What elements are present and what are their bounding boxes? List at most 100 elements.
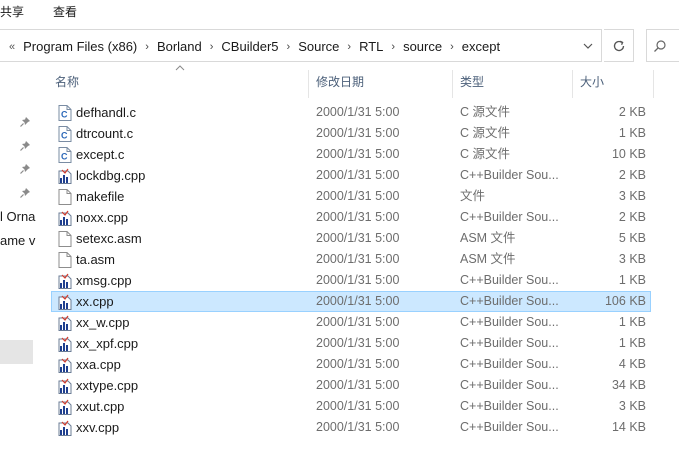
file-row[interactable]: Cdefhandl.c 2000/1/31 5:00 C 源文件 2 KB — [51, 102, 651, 123]
nav-item-selected[interactable] — [0, 340, 33, 364]
pin-icon[interactable] — [19, 116, 31, 128]
file-row[interactable]: lockdbg.cpp 2000/1/31 5:00 C++Builder Sou.… — [51, 165, 651, 186]
breadcrumb-separator-icon[interactable]: › — [287, 41, 291, 53]
breadcrumb-separator-icon[interactable]: › — [210, 41, 214, 53]
file-row[interactable]: xmsg.cpp 2000/1/31 5:00 C++Builder Sou... 1… — [51, 270, 651, 291]
breadcrumb-rtl[interactable]: RTL — [359, 39, 383, 54]
file-name: except.c — [76, 147, 125, 162]
breadcrumb-program-files[interactable]: Program Files (x86) — [23, 39, 137, 54]
address-bar[interactable]: « Program Files (x86) › Borland › CBuild… — [0, 29, 602, 62]
pin-icon[interactable] — [19, 187, 31, 199]
cpp-builder-icon — [58, 336, 72, 352]
svg-text:C: C — [61, 131, 68, 141]
file-date: 2000/1/31 5:00 — [316, 252, 400, 266]
column-divider[interactable] — [452, 70, 453, 98]
file-size: 1 KB — [618, 336, 646, 350]
column-type[interactable]: 类型 — [460, 66, 484, 96]
blank-file-icon — [58, 252, 72, 268]
file-date: 2000/1/31 5:00 — [316, 189, 400, 203]
pin-icon[interactable] — [19, 163, 31, 175]
column-size[interactable]: 大小 — [580, 66, 604, 96]
nav-item-partial[interactable]: ame v — [0, 233, 35, 248]
file-row[interactable]: xx_w.cpp 2000/1/31 5:00 C++Builder Sou... 1… — [51, 312, 651, 333]
file-date: 2000/1/31 5:00 — [316, 231, 400, 245]
tab-share[interactable]: 共享 — [0, 3, 24, 20]
file-type: C++Builder Sou... — [460, 210, 559, 224]
file-date: 2000/1/31 5:00 — [316, 126, 400, 140]
cpp-builder-icon — [58, 378, 72, 394]
cpp-builder-icon — [58, 294, 72, 310]
file-date: 2000/1/31 5:00 — [316, 147, 400, 161]
file-date: 2000/1/31 5:00 — [316, 168, 400, 182]
file-date: 2000/1/31 5:00 — [316, 210, 400, 224]
file-name: xxtype.cpp — [76, 378, 139, 393]
file-row[interactable]: noxx.cpp 2000/1/31 5:00 C++Builder Sou... 2… — [51, 207, 651, 228]
file-size: 3 KB — [618, 189, 646, 203]
tab-view[interactable]: 查看 — [53, 3, 77, 20]
file-row[interactable]: Cexcept.c 2000/1/31 5:00 C 源文件 10 KB — [51, 144, 651, 165]
pin-icon[interactable] — [19, 140, 31, 152]
file-type: C++Builder Sou... — [460, 420, 559, 434]
breadcrumb-separator-icon[interactable]: › — [391, 41, 395, 53]
file-date: 2000/1/31 5:00 — [316, 420, 400, 434]
file-row[interactable]: Cdtrcount.c 2000/1/31 5:00 C 源文件 1 KB — [51, 123, 651, 144]
breadcrumb-separator-icon[interactable]: › — [145, 41, 149, 53]
file-row[interactable]: ta.asm 2000/1/31 5:00 ASM 文件 3 KB — [51, 249, 651, 270]
breadcrumb-except[interactable]: except — [462, 39, 500, 54]
file-type: C++Builder Sou... — [460, 357, 559, 371]
file-type: ASM 文件 — [460, 231, 516, 245]
column-divider[interactable] — [653, 70, 654, 98]
file-row[interactable]: setexc.asm 2000/1/31 5:00 ASM 文件 5 KB — [51, 228, 651, 249]
column-divider[interactable] — [308, 70, 309, 98]
file-date: 2000/1/31 5:00 — [316, 357, 400, 371]
file-name: xx.cpp — [76, 294, 114, 309]
file-row[interactable]: xx_xpf.cpp 2000/1/31 5:00 C++Builder Sou..… — [51, 333, 651, 354]
column-divider[interactable] — [572, 70, 573, 98]
column-name[interactable]: 名称 — [55, 66, 79, 96]
file-name: dtrcount.c — [76, 126, 134, 141]
c-source-icon: C — [58, 126, 72, 142]
file-type: ASM 文件 — [460, 252, 516, 266]
file-size: 14 KB — [611, 420, 646, 434]
refresh-icon — [613, 40, 624, 51]
file-type: C++Builder Sou... — [460, 294, 559, 308]
column-header: 名称 修改日期 类型 大小 — [36, 65, 679, 98]
file-size: 34 KB — [611, 378, 646, 392]
breadcrumb-separator-icon[interactable]: › — [347, 41, 351, 53]
file-size: 4 KB — [618, 357, 646, 371]
file-size: 106 KB — [604, 294, 646, 308]
file-row[interactable]: xxut.cpp 2000/1/31 5:00 C++Builder Sou... 3… — [51, 396, 651, 417]
file-type: C++Builder Sou... — [460, 336, 559, 350]
svg-text:C: C — [61, 152, 68, 162]
cpp-builder-icon — [58, 168, 72, 184]
file-row[interactable]: xxv.cpp 2000/1/31 5:00 C++Builder Sou... 14… — [51, 417, 651, 438]
overflow-chevron-icon[interactable]: « — [9, 41, 15, 53]
breadcrumb-cbuilder5[interactable]: CBuilder5 — [221, 39, 278, 54]
file-size: 3 KB — [618, 252, 646, 266]
svg-text:C: C — [61, 110, 68, 120]
breadcrumb-source[interactable]: Source — [298, 39, 339, 54]
file-name: setexc.asm — [76, 231, 142, 246]
file-row[interactable]: xxa.cpp 2000/1/31 5:00 C++Builder Sou... 4 … — [51, 354, 651, 375]
file-size: 2 KB — [618, 105, 646, 119]
cpp-builder-icon — [58, 357, 72, 373]
address-history-button[interactable] — [574, 30, 601, 61]
file-type: C 源文件 — [460, 126, 511, 140]
breadcrumb-source-lower[interactable]: source — [403, 39, 442, 54]
breadcrumb: « Program Files (x86) › Borland › CBuild… — [9, 30, 500, 63]
column-date[interactable]: 修改日期 — [316, 66, 364, 96]
c-source-icon: C — [58, 147, 72, 163]
file-size: 1 KB — [618, 273, 646, 287]
nav-item-partial[interactable]: l Orna — [0, 209, 35, 224]
breadcrumb-borland[interactable]: Borland — [157, 39, 202, 54]
file-row[interactable]: xxtype.cpp 2000/1/31 5:00 C++Builder Sou..… — [51, 375, 651, 396]
breadcrumb-separator-icon[interactable]: › — [450, 41, 454, 53]
refresh-button[interactable] — [604, 29, 634, 62]
sort-ascending-icon — [175, 65, 185, 71]
search-input[interactable] — [646, 29, 679, 62]
file-type: 文件 — [460, 189, 486, 203]
chevron-down-icon — [583, 43, 592, 49]
file-row[interactable]: xx.cpp 2000/1/31 5:00 C++Builder Sou... 106… — [51, 291, 651, 312]
file-row[interactable]: makefile 2000/1/31 5:00 文件 3 KB — [51, 186, 651, 207]
ribbon-tabs: 共享 查看 — [0, 0, 679, 24]
